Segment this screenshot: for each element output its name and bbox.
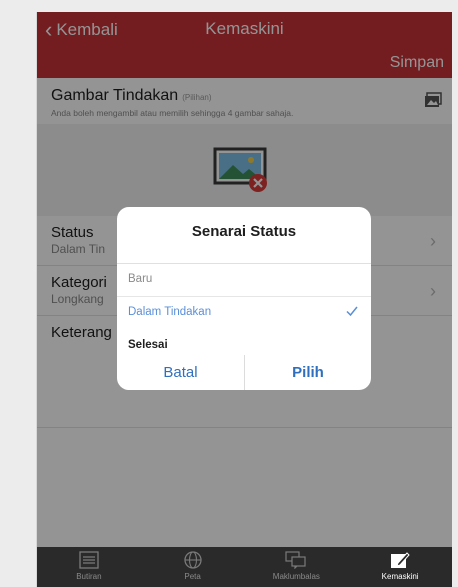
option-dalam-tindakan[interactable]: Dalam Tindakan: [117, 298, 371, 330]
tab-kemaskini-label: Kemaskini: [381, 572, 419, 581]
status-picker-dialog: Senarai Status Baru Dalam Tindakan Seles…: [117, 207, 371, 390]
tab-bar: Butiran Peta Maklumbalas Kemaskini: [37, 547, 452, 587]
tab-butiran[interactable]: Butiran: [37, 547, 141, 587]
tab-maklumbalas[interactable]: Maklumbalas: [245, 547, 349, 587]
divider: [117, 263, 371, 264]
option-dalam-tindakan-label: Dalam Tindakan: [128, 306, 212, 318]
option-baru-label: Baru: [128, 273, 153, 285]
checkmark-icon: [345, 304, 359, 323]
option-selesai-label: Selesai: [128, 339, 168, 351]
tab-peta[interactable]: Peta: [141, 547, 245, 587]
tab-maklumbalas-label: Maklumbalas: [272, 572, 320, 581]
option-baru[interactable]: Baru: [117, 265, 371, 297]
cancel-button[interactable]: Batal: [117, 355, 244, 390]
tab-butiran-label: Butiran: [76, 572, 102, 581]
list-icon: [79, 551, 99, 569]
tab-kemaskini[interactable]: Kemaskini: [348, 547, 452, 587]
confirm-button[interactable]: Pilih: [244, 355, 371, 390]
chat-icon: [285, 551, 307, 569]
divider: [117, 296, 371, 297]
edit-icon: [390, 551, 410, 569]
dialog-title: Senarai Status: [191, 223, 297, 240]
app-screen: ‹ Kembali Kemaskini Simpan Gambar Tindak…: [36, 12, 452, 587]
tab-peta-label: Peta: [184, 572, 201, 581]
globe-icon: [183, 551, 203, 569]
